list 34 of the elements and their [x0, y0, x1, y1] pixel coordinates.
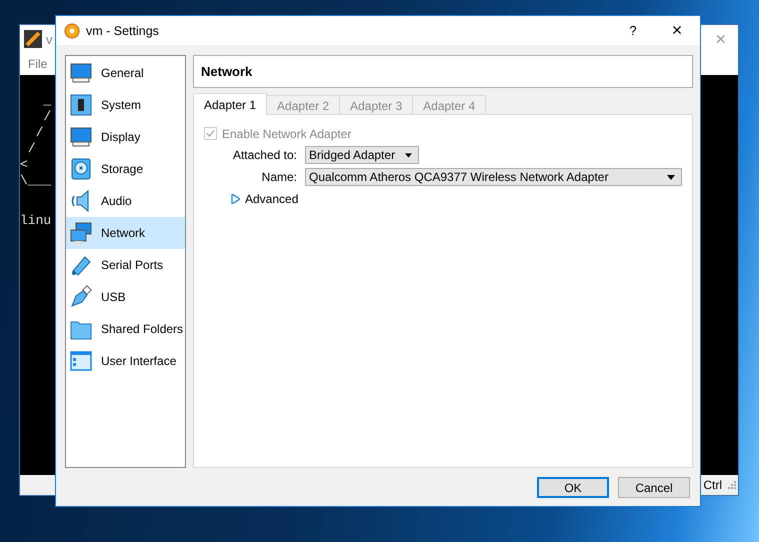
sidebar-item[interactable]: User Interface: [66, 345, 185, 377]
field-label: Attached to:: [232, 148, 297, 162]
advanced-toggle[interactable]: Advanced: [245, 192, 298, 206]
caret-icon: [405, 152, 412, 158]
help-button[interactable]: ?: [618, 23, 648, 38]
window-title: v: [46, 32, 52, 46]
menu-item[interactable]: File: [28, 57, 48, 71]
field-label: Name:: [260, 170, 297, 184]
section-title: Network: [193, 55, 693, 88]
host-key-label: Ctrl: [703, 478, 722, 492]
sidebar-item[interactable]: Shared Folders: [66, 313, 185, 345]
dropdown[interactable]: Qualcomm Atheros QCA9377 Wireless Network Adapter: [305, 168, 682, 186]
sidebar-item[interactable]: Network: [66, 217, 185, 249]
storage-icon: [69, 157, 93, 181]
network-icon: [69, 221, 93, 245]
app-icon: [24, 30, 42, 48]
dropdown[interactable]: Bridged Adapter: [305, 146, 419, 164]
sidebar-item[interactable]: System: [66, 89, 185, 121]
sidebar-item[interactable]: USB: [66, 281, 185, 313]
caret-icon: [667, 174, 675, 180]
dialog-title: vm - Settings: [86, 24, 159, 38]
display-icon: [69, 125, 93, 149]
sidebar-item[interactable]: General: [66, 57, 185, 89]
sidebar-item[interactable]: Display: [66, 121, 185, 153]
resize-grip-icon: [728, 481, 736, 489]
checkbox-label: Enable Network Adapter: [222, 126, 352, 140]
sidebar-item[interactable]: Storage: [66, 153, 185, 185]
dialog-button[interactable]: Cancel: [618, 477, 690, 498]
close-button[interactable]: ×: [654, 20, 700, 41]
dialog-button[interactable]: OK: [537, 477, 609, 498]
sidebar-item[interactable]: Audio: [66, 185, 185, 217]
tab[interactable]: Adapter 1: [193, 93, 268, 115]
triangle-icon[interactable]: [231, 194, 240, 204]
sidebar-item[interactable]: Serial Ports: [66, 249, 185, 281]
